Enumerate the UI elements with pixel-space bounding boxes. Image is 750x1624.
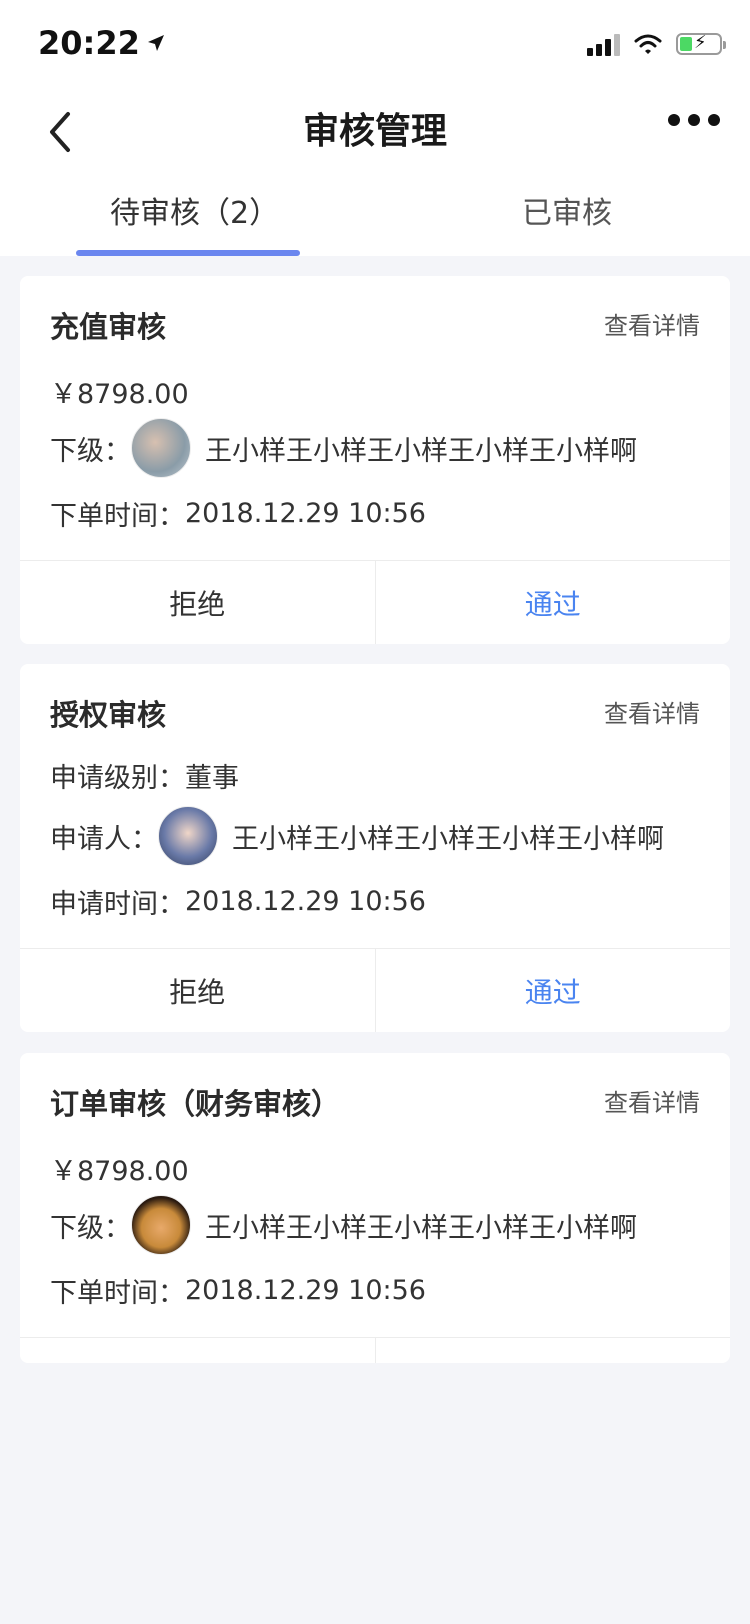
card-actions <box>20 1337 730 1363</box>
avatar <box>131 1195 191 1255</box>
card-actions: 拒绝 通过 <box>20 948 730 1032</box>
view-details-link[interactable]: 查看详情 <box>604 694 700 729</box>
time-text: 20:22 <box>38 24 140 62</box>
more-options-button[interactable] <box>668 114 720 126</box>
amount: ￥8798.00 <box>50 1149 189 1188</box>
order-time-row: 下单时间： 2018.12.29 10:56 <box>50 494 426 533</box>
subordinate-name: 王小样王小样王小样王小样王小样啊 <box>205 435 637 467</box>
reject-button[interactable] <box>20 1338 376 1363</box>
approve-button[interactable]: 通过 <box>376 561 731 644</box>
subordinate-row: 下级： 王小样王小样王小样王小样王小样啊 <box>50 418 637 478</box>
approve-button[interactable]: 通过 <box>376 949 731 1032</box>
approve-button[interactable] <box>376 1338 731 1363</box>
card-title: 充值审核 <box>50 310 167 344</box>
top-area: 20:22 ⚡ 审核管理 待审核（2） 已审核 <box>0 0 750 256</box>
tab-pending[interactable]: 待审核（2） <box>110 188 279 232</box>
apply-time-label: 申请时间： <box>50 889 185 920</box>
authorization-review-card: 授权审核 查看详情 申请级别： 董事 申请人： 王小样王小样王小样王小样王小样啊… <box>20 664 730 1032</box>
avatar <box>158 806 218 866</box>
amount: ￥8798.00 <box>50 372 189 411</box>
battery-icon: ⚡ <box>676 32 726 55</box>
apply-level-row: 申请级别： 董事 <box>50 756 239 795</box>
order-time-row: 下单时间： 2018.12.29 10:56 <box>50 1271 426 1310</box>
wifi-icon <box>634 34 662 54</box>
dot-icon <box>708 114 720 126</box>
page-title: 审核管理 <box>302 111 447 152</box>
card-actions: 拒绝 通过 <box>20 560 730 644</box>
amount-value: ￥8798.00 <box>50 1156 189 1187</box>
subordinate-label: 下级： <box>50 1212 131 1244</box>
reject-button[interactable]: 拒绝 <box>20 561 376 644</box>
subordinate-row: 下级： 王小样王小样王小样王小样王小样啊 <box>50 1195 637 1255</box>
cellular-signal-icon <box>587 32 620 56</box>
subordinate-name: 王小样王小样王小样王小样王小样啊 <box>205 1212 637 1244</box>
apply-time-value: 2018.12.29 10:56 <box>185 886 426 917</box>
applicant-name: 王小样王小样王小样王小样王小样啊 <box>232 823 664 855</box>
dot-icon <box>688 114 700 126</box>
apply-time-row: 申请时间： 2018.12.29 10:56 <box>50 882 426 921</box>
apply-level-value: 董事 <box>185 763 239 794</box>
amount-value: ￥8798.00 <box>50 379 189 410</box>
order-finance-review-card: 订单审核（财务审核） 查看详情 ￥8798.00 下级： 王小样王小样王小样王小… <box>20 1053 730 1363</box>
order-time-value: 2018.12.29 10:56 <box>185 498 426 529</box>
subordinate-label: 下级： <box>50 435 131 467</box>
view-details-link[interactable]: 查看详情 <box>604 306 700 341</box>
order-time-label: 下单时间： <box>50 1278 185 1309</box>
applicant-label: 申请人： <box>50 823 158 855</box>
card-title: 授权审核 <box>50 698 167 732</box>
active-tab-indicator <box>76 250 300 256</box>
view-details-link[interactable]: 查看详情 <box>604 1083 700 1118</box>
reject-button[interactable]: 拒绝 <box>20 949 376 1032</box>
avatar <box>131 418 191 478</box>
location-arrow-icon <box>147 35 164 51</box>
order-time-label: 下单时间： <box>50 501 185 532</box>
tab-reviewed[interactable]: 已审核 <box>522 188 612 232</box>
apply-level-label: 申请级别： <box>50 763 185 794</box>
dot-icon <box>668 114 680 126</box>
status-indicators: ⚡ <box>587 32 726 56</box>
order-time-value: 2018.12.29 10:56 <box>185 1275 426 1306</box>
card-title: 订单审核（财务审核） <box>50 1087 341 1121</box>
recharge-review-card: 充值审核 查看详情 ￥8798.00 下级： 王小样王小样王小样王小样王小样啊 … <box>20 276 730 644</box>
status-bar: 20:22 ⚡ <box>0 0 750 92</box>
navigation-bar: 审核管理 <box>0 92 750 164</box>
applicant-row: 申请人： 王小样王小样王小样王小样王小样啊 <box>50 806 664 866</box>
tab-bar: 待审核（2） 已审核 <box>0 180 750 256</box>
status-time: 20:22 <box>38 24 166 62</box>
